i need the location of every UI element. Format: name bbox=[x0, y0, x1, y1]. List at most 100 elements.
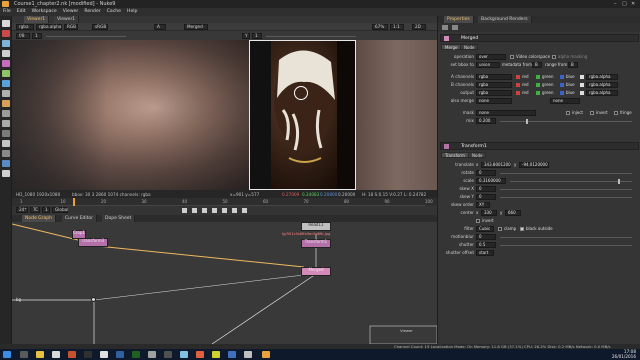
invert-matrix-checkbox[interactable] bbox=[476, 219, 480, 223]
skew-y-slider[interactable] bbox=[500, 197, 632, 198]
scope-select[interactable]: Global bbox=[52, 207, 68, 213]
fringe-checkbox[interactable] bbox=[614, 111, 618, 115]
image-tool-icon[interactable] bbox=[2, 20, 10, 27]
app-icon-11[interactable] bbox=[212, 351, 220, 358]
b-green-checkbox[interactable] bbox=[536, 83, 540, 87]
b-channels-select[interactable]: rgba bbox=[476, 82, 512, 88]
menu-file[interactable]: File bbox=[0, 8, 14, 15]
app-icon-5[interactable] bbox=[116, 351, 124, 358]
menu-cache[interactable]: Cache bbox=[104, 8, 124, 15]
3d-tool-icon[interactable] bbox=[2, 110, 10, 117]
output-select[interactable]: rgba bbox=[476, 90, 512, 96]
lock-icon[interactable] bbox=[442, 25, 448, 30]
metadata-select[interactable]: B bbox=[532, 62, 542, 68]
app-icon-8[interactable] bbox=[164, 351, 172, 358]
subtab-transform-node[interactable]: Node bbox=[468, 152, 487, 158]
tab-viewer1[interactable]: Viewer1 bbox=[54, 16, 80, 23]
play-forward-icon[interactable] bbox=[222, 208, 227, 213]
transform-panel-name[interactable]: Transform1 bbox=[461, 144, 487, 149]
other-tool-icon[interactable] bbox=[2, 150, 10, 157]
mix-field[interactable]: 0.200 bbox=[476, 118, 496, 124]
views-tool-icon[interactable] bbox=[2, 120, 10, 127]
skew-x-field[interactable]: 0 bbox=[476, 186, 496, 192]
skew-y-field[interactable]: 0 bbox=[476, 194, 496, 200]
subtab-transform[interactable]: Transform bbox=[441, 152, 469, 158]
subtab-merge[interactable]: Merge bbox=[441, 44, 462, 50]
stop-icon[interactable] bbox=[212, 208, 217, 213]
dot-node[interactable] bbox=[91, 297, 96, 302]
lut-select[interactable]: sRGB bbox=[92, 24, 108, 30]
play-backward-icon[interactable] bbox=[202, 208, 207, 213]
app-icon-12[interactable] bbox=[228, 351, 236, 358]
mask-select[interactable]: none bbox=[476, 110, 536, 116]
menu-viewer[interactable]: Viewer bbox=[60, 8, 82, 15]
out-red-checkbox[interactable] bbox=[516, 91, 520, 95]
a-alpha-select[interactable]: rgba.alpha bbox=[586, 74, 618, 80]
maximize-button[interactable]: □ bbox=[622, 1, 627, 7]
layer-select[interactable]: rgba.alpha bbox=[36, 24, 62, 30]
clear-panels-icon[interactable] bbox=[452, 25, 458, 30]
range-select[interactable]: B bbox=[568, 62, 578, 68]
shutter-offset-select[interactable]: start bbox=[476, 250, 494, 256]
a-green-checkbox[interactable] bbox=[536, 75, 540, 79]
gamma-slider[interactable] bbox=[266, 36, 356, 37]
plugins-tool-icon[interactable] bbox=[2, 170, 10, 177]
tab-curve-editor[interactable]: Curve Editor bbox=[62, 215, 98, 222]
also-merge-select[interactable]: none bbox=[476, 98, 512, 104]
furnace-tool-icon[interactable] bbox=[2, 160, 10, 167]
app-icon-10[interactable] bbox=[196, 351, 204, 358]
merged-panel-name[interactable]: Merged bbox=[461, 36, 478, 41]
operation-select[interactable]: over bbox=[476, 54, 506, 60]
minimize-button[interactable]: – bbox=[614, 1, 617, 7]
exposure-value[interactable]: 1 bbox=[32, 33, 42, 39]
app-icon-2[interactable] bbox=[68, 351, 76, 358]
transform3-node[interactable]: Transform3 bbox=[78, 238, 108, 247]
tab-background-renders[interactable]: Background Renders bbox=[478, 16, 532, 23]
app-icon-9[interactable] bbox=[180, 351, 188, 358]
exposure-fstop[interactable]: f/8 bbox=[16, 33, 30, 39]
goto-start-icon[interactable] bbox=[182, 208, 187, 213]
read-node[interactable]: Read11 bbox=[301, 222, 331, 231]
menu-workspace[interactable]: Workspace bbox=[29, 8, 60, 15]
out-alpha-checkbox[interactable] bbox=[580, 91, 584, 95]
keyer-tool-icon[interactable] bbox=[2, 80, 10, 87]
time-tool-icon[interactable] bbox=[2, 40, 10, 47]
app-icon-4[interactable] bbox=[100, 351, 108, 358]
a-red-checkbox[interactable] bbox=[516, 75, 520, 79]
tab-viewer1-active[interactable]: Viewer1 bbox=[24, 16, 50, 23]
viewer-viewport[interactable] bbox=[12, 40, 437, 190]
b-alpha-select[interactable]: rgba.alpha bbox=[586, 82, 618, 88]
shutter-slider[interactable] bbox=[500, 245, 632, 246]
close-button[interactable]: ✕ bbox=[631, 1, 635, 7]
filter-select[interactable]: Cubic bbox=[476, 226, 494, 232]
out-green-checkbox[interactable] bbox=[536, 91, 540, 95]
input-a-select[interactable]: A bbox=[154, 24, 166, 30]
out-blue-checkbox[interactable] bbox=[560, 91, 564, 95]
channels-select[interactable]: rgba bbox=[16, 24, 34, 30]
bg-node-label[interactable]: bg bbox=[16, 297, 21, 302]
shutter-field[interactable]: 0.5 bbox=[476, 242, 496, 248]
inject-checkbox[interactable] bbox=[566, 111, 570, 115]
playhead[interactable] bbox=[72, 198, 75, 206]
tab-node-graph[interactable]: Node Graph bbox=[22, 215, 56, 222]
rotate-slider[interactable] bbox=[500, 173, 632, 174]
b-alpha-checkbox[interactable] bbox=[580, 83, 584, 87]
node-graph-canvas[interactable]: Read11 fg/501c0s6ffa9ec9d6fb.jpg Transfo… bbox=[12, 222, 437, 344]
frame-field[interactable]: 1 bbox=[42, 207, 50, 213]
node-color-icon[interactable] bbox=[444, 144, 449, 149]
center-x-field[interactable]: 330 bbox=[481, 210, 497, 216]
timeline[interactable]: 1 10 20 30 40 50 60 70 80 90 100 bbox=[12, 198, 437, 206]
menu-help[interactable]: Help bbox=[124, 8, 140, 15]
fps-field[interactable]: 24* bbox=[16, 207, 28, 213]
step-forward-icon[interactable] bbox=[232, 208, 237, 213]
toolsets-icon[interactable] bbox=[2, 140, 10, 147]
alpha-masking-checkbox[interactable] bbox=[552, 55, 556, 59]
system-clock[interactable]: 17:08 26/01/2016 bbox=[612, 349, 636, 359]
goto-end-icon[interactable] bbox=[242, 208, 247, 213]
draw-tool-icon[interactable] bbox=[2, 30, 10, 37]
mix-slider-knob[interactable] bbox=[526, 119, 528, 124]
transform-panel-header[interactable]: Transform1 bbox=[440, 142, 639, 150]
b-red-checkbox[interactable] bbox=[516, 83, 520, 87]
gamma-value[interactable]: 1 bbox=[252, 33, 262, 39]
explorer-icon[interactable] bbox=[36, 351, 44, 358]
